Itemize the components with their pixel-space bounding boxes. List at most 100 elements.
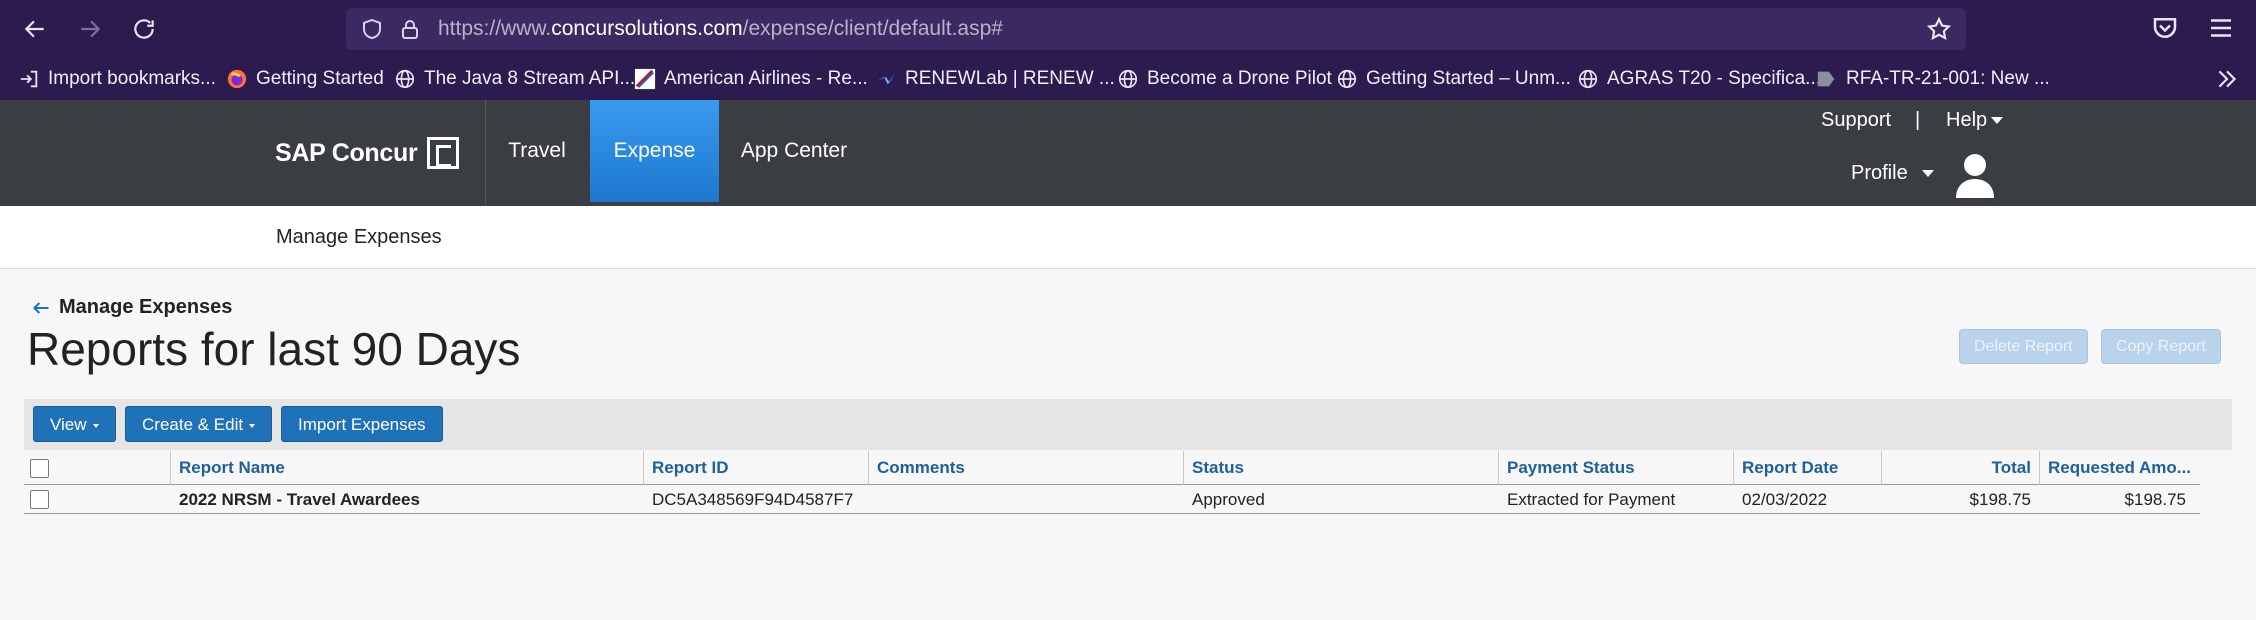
cell-comments bbox=[869, 485, 1183, 514]
menu-icon[interactable] bbox=[2206, 13, 2236, 43]
table-header: Report Name Report ID Comments Status Pa… bbox=[24, 451, 2200, 485]
american-airlines-icon bbox=[634, 68, 656, 89]
avatar[interactable] bbox=[1955, 152, 1995, 198]
column-status[interactable]: Status bbox=[1183, 451, 1498, 485]
create-edit-label: Create & Edit bbox=[142, 415, 244, 434]
cell-status: Approved bbox=[1192, 490, 1265, 509]
column-payment-status[interactable]: Payment Status bbox=[1498, 451, 1733, 485]
bookmark-label: Getting Started bbox=[256, 67, 384, 89]
copy-report-button[interactable]: Copy Report bbox=[2101, 329, 2221, 364]
back-link-label: Manage Expenses bbox=[59, 296, 233, 318]
bookmark-label: AGRAS T20 - Specifica... bbox=[1607, 67, 1822, 89]
bookmark-import[interactable]: Import bookmarks... bbox=[18, 57, 216, 100]
bookmark-getting-started-unm[interactable]: Getting Started – Unm... bbox=[1336, 57, 1571, 100]
bookmark-label: Getting Started – Unm... bbox=[1366, 67, 1571, 89]
cell-requested-amount: $198.75 bbox=[2124, 490, 2186, 509]
create-edit-button[interactable]: Create & Edit bbox=[125, 406, 273, 442]
tab-label: Expense bbox=[613, 139, 696, 162]
bookmark-label: American Airlines - Re... bbox=[664, 67, 868, 89]
import-expenses-label: Import Expenses bbox=[298, 415, 426, 434]
column-report-name[interactable]: Report Name bbox=[170, 451, 643, 485]
import-icon bbox=[20, 70, 38, 87]
view-button[interactable]: View bbox=[33, 406, 116, 442]
chevron-double-right-icon[interactable] bbox=[2214, 66, 2240, 92]
url-path: /expense/client/default.asp# bbox=[742, 17, 1003, 40]
column-requested-amount[interactable]: Requested Amo... bbox=[2039, 451, 2194, 485]
cell-report-id: DC5A348569F94D4587F7 bbox=[652, 490, 854, 509]
url-bar[interactable]: https://www.concursolutions.com/expense/… bbox=[346, 8, 1966, 50]
globe-icon bbox=[1578, 69, 1598, 88]
tab-expense[interactable]: Expense bbox=[590, 100, 719, 202]
bookmark-label: RENEWLab | RENEW ... bbox=[905, 67, 1115, 89]
column-report-id[interactable]: Report ID bbox=[643, 451, 868, 485]
bookmark-getting-started[interactable]: Getting Started bbox=[226, 57, 384, 100]
bookmarks-bar: Import bookmarks... Getting Started The … bbox=[0, 57, 2256, 100]
document-tag-icon bbox=[1817, 71, 1835, 86]
bookmark-label: Become a Drone Pilot bbox=[1147, 67, 1332, 89]
bookmark-renewlab[interactable]: RENEWLab | RENEW ... bbox=[875, 57, 1115, 100]
globe-icon bbox=[1118, 69, 1138, 88]
table-row[interactable]: 2022 NRSM - Travel Awardees DC5A348569F9… bbox=[24, 485, 2200, 514]
profile-label: Profile bbox=[1851, 162, 1908, 184]
subnav: Manage Expenses bbox=[0, 206, 2256, 269]
subnav-manage-expenses[interactable]: Manage Expenses bbox=[276, 206, 442, 269]
caret-down-icon bbox=[1991, 117, 2004, 125]
caret-down-icon bbox=[92, 423, 99, 428]
help-label: Help bbox=[1946, 109, 1988, 131]
reports-table: Report Name Report ID Comments Status Pa… bbox=[24, 451, 2200, 514]
logo-text: SAP Concur bbox=[275, 138, 418, 167]
grid-toolbar: View Create & Edit Import Expenses bbox=[24, 399, 2232, 450]
forward-icon[interactable] bbox=[73, 12, 107, 46]
bookmark-american-airlines[interactable]: American Airlines - Re... bbox=[634, 57, 868, 100]
bookmark-label: The Java 8 Stream API... bbox=[424, 67, 636, 89]
bookmark-java-stream[interactable]: The Java 8 Stream API... bbox=[394, 57, 635, 100]
tab-label: Travel bbox=[508, 139, 566, 162]
column-comments[interactable]: Comments bbox=[868, 451, 1183, 485]
header-divider bbox=[485, 100, 486, 206]
globe-icon bbox=[1337, 69, 1357, 88]
shield-icon[interactable] bbox=[360, 17, 384, 41]
app-header: SAP Concur Travel Expense App Center Sup… bbox=[0, 100, 2256, 206]
select-all-checkbox[interactable] bbox=[30, 459, 49, 478]
caret-down-icon bbox=[249, 423, 256, 428]
url-domain: concursolutions.com bbox=[551, 17, 743, 40]
page-title: Reports for last 90 Days bbox=[27, 323, 521, 375]
cell-report-date: 02/03/2022 bbox=[1742, 490, 1828, 509]
back-link[interactable]: Manage Expenses bbox=[31, 296, 232, 319]
view-label: View bbox=[50, 415, 87, 434]
browser-toolbar: https://www.concursolutions.com/expense/… bbox=[0, 0, 2256, 57]
profile-menu[interactable]: Profile bbox=[1851, 162, 1934, 185]
firefox-icon bbox=[227, 69, 247, 88]
header-separator: | bbox=[1915, 109, 1921, 131]
bookmark-agras-t20[interactable]: AGRAS T20 - Specifica... bbox=[1577, 57, 1821, 100]
sap-concur-logo[interactable]: SAP Concur bbox=[275, 100, 460, 206]
tab-travel[interactable]: Travel bbox=[494, 100, 580, 202]
bookmark-rfa-tr[interactable]: RFA-TR-21-001: New ... bbox=[1816, 57, 2050, 100]
row-checkbox[interactable] bbox=[30, 490, 49, 509]
bookmark-label: RFA-TR-21-001: New ... bbox=[1846, 67, 2050, 89]
star-icon[interactable] bbox=[1926, 16, 1952, 42]
reload-icon[interactable] bbox=[127, 12, 161, 46]
url-prefix: https://www. bbox=[438, 17, 552, 40]
concur-mark-icon bbox=[427, 137, 460, 169]
cell-report-name[interactable]: 2022 NRSM - Travel Awardees bbox=[171, 485, 643, 514]
pocket-icon[interactable] bbox=[2150, 13, 2180, 43]
tab-label: App Center bbox=[740, 139, 848, 162]
cell-total: $198.75 bbox=[1969, 490, 2031, 509]
renew-icon bbox=[876, 71, 896, 84]
url-text[interactable]: https://www.concursolutions.com/expense/… bbox=[438, 8, 1003, 50]
lock-icon[interactable] bbox=[398, 17, 422, 41]
column-report-date[interactable]: Report Date bbox=[1733, 451, 1881, 485]
caret-down-icon bbox=[1921, 170, 1934, 178]
delete-report-button[interactable]: Delete Report bbox=[1959, 329, 2088, 364]
globe-icon bbox=[395, 69, 415, 88]
support-link[interactable]: Support bbox=[1821, 109, 1891, 132]
column-total[interactable]: Total bbox=[1881, 451, 2039, 485]
back-icon[interactable] bbox=[18, 12, 52, 46]
help-menu[interactable]: Help bbox=[1946, 109, 2004, 132]
bookmark-drone-pilot[interactable]: Become a Drone Pilot bbox=[1117, 57, 1332, 100]
import-expenses-button[interactable]: Import Expenses bbox=[281, 406, 443, 442]
cell-payment-status: Extracted for Payment bbox=[1507, 490, 1676, 509]
arrow-left-icon bbox=[32, 301, 49, 314]
tab-app-center[interactable]: App Center bbox=[729, 100, 859, 202]
